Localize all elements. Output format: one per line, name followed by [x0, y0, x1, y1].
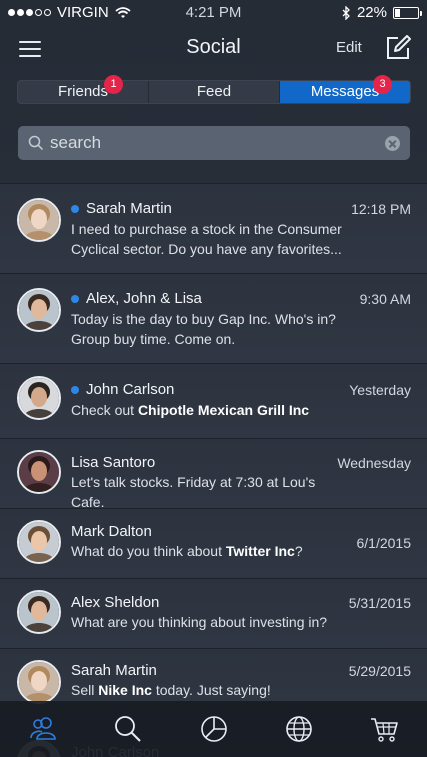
bottom-tab-bar [0, 701, 427, 757]
tab-feed-label: Feed [196, 83, 232, 100]
hamburger-menu-icon[interactable] [19, 41, 41, 57]
contact-name-line: Alex, John & Lisa [71, 290, 202, 307]
message-time: Wednesday [337, 455, 411, 471]
navigation-bar: Social Edit [0, 26, 427, 74]
avatar [17, 450, 61, 494]
messages-badge: 3 [373, 75, 392, 94]
contact-name-line: Lisa Santoro [71, 454, 155, 471]
tab-people[interactable] [0, 701, 85, 757]
compose-icon[interactable] [384, 34, 412, 62]
segmented-control: Friends 1 Feed Messages 3 [17, 75, 411, 104]
search-icon [28, 135, 44, 151]
contact-name-line: Sarah Martin [71, 662, 157, 679]
stock-name: Chipotle Mexican Grill Inc [137, 402, 310, 418]
unread-indicator [71, 385, 79, 394]
contact-name: Sarah Martin [86, 200, 172, 217]
status-bar: VIRGIN 4:21 PM 22% [0, 0, 427, 26]
preview-text: I need to purchase a stock in the Consum… [71, 221, 342, 237]
preview-text: Cyclical sector. Do you have any favorit… [71, 241, 342, 257]
friends-badge: 1 [104, 75, 123, 94]
message-time: 5/31/2015 [348, 595, 411, 611]
message-preview: Check out Chipotle Mexican Grill Inc [71, 400, 351, 420]
preview-suffix: today. Just saying! [151, 682, 271, 698]
avatar [17, 660, 61, 704]
message-time: 5/29/2015 [348, 663, 411, 679]
contact-name: Sarah Martin [71, 662, 157, 679]
search-input[interactable]: search [18, 126, 410, 160]
contact-name-line: Alex Sheldon [71, 594, 159, 611]
preview-text: What do you think about [71, 543, 226, 559]
contact-name: Alex, John & Lisa [86, 290, 202, 307]
globe-icon [286, 716, 312, 742]
message-row[interactable]: Alex, John & Lisa 9:30 AM Today is the day… [0, 273, 427, 363]
cart-icon [371, 718, 399, 742]
tab-feed[interactable]: Feed [149, 81, 280, 103]
message-time: 12:18 PM [351, 201, 411, 217]
edit-button[interactable]: Edit [336, 39, 362, 56]
preview-text: Today is the day to buy Gap Inc. Who's i… [71, 311, 336, 327]
avatar [17, 376, 61, 420]
preview-suffix: ? [294, 543, 303, 559]
message-row[interactable]: Lisa Santoro Wednesday Let's talk stocks. … [0, 438, 427, 510]
clear-icon[interactable] [385, 136, 400, 151]
preview-text: What are you thinking about investing in… [71, 614, 328, 630]
contact-name: John Carlson [86, 381, 175, 398]
contact-name: Alex Sheldon [71, 594, 160, 611]
avatar [17, 198, 61, 242]
tab-messages-label: Messages [310, 83, 380, 100]
contact-name-line: John Carlson [71, 381, 174, 398]
message-preview: I need to purchase a stock in the Consum… [71, 219, 351, 259]
message-preview: What are you thinking about investing in… [71, 612, 351, 632]
preview-text: Let's talk stocks. Friday at 7:30 at Lou… [71, 474, 316, 510]
stock-name: Nike Inc [98, 682, 152, 698]
app-screen: VIRGIN 4:21 PM 22% Social Edit Friends 1… [0, 0, 427, 757]
message-preview: Let's talk stocks. Friday at 7:30 at Lou… [71, 472, 351, 512]
bluetooth-icon [342, 5, 350, 20]
message-preview: Sell Nike Inc today. Just saying! [71, 680, 351, 700]
contact-name-line: Sarah Martin [71, 200, 172, 217]
avatar [17, 520, 61, 564]
battery-percent: 22% [356, 4, 387, 21]
message-preview: What do you think about Twitter Inc? [71, 541, 351, 561]
search-icon [115, 716, 141, 742]
tab-search[interactable] [85, 701, 170, 757]
message-row[interactable]: Sarah Martin 12:18 PM I need to purchase a… [0, 183, 427, 273]
message-row[interactable]: Mark Dalton 6/1/2015 What do you think abo… [0, 508, 427, 578]
message-time: Yesterday [349, 382, 411, 398]
search-text: search [50, 133, 102, 152]
contact-name-line: Mark Dalton [71, 523, 152, 540]
tab-friends[interactable]: Friends 1 [18, 75, 149, 103]
message-row[interactable]: John Carlson Yesterday Check out Chipotle … [0, 363, 427, 438]
message-preview: Today is the day to buy Gap Inc. Who's i… [71, 309, 351, 349]
tab-messages[interactable]: Messages 3 [280, 75, 410, 103]
tab-cart[interactable] [342, 701, 427, 757]
message-time: 9:30 AM [359, 291, 411, 307]
avatar [17, 288, 61, 332]
preview-text: Sell [71, 682, 99, 698]
battery-icon [393, 6, 422, 19]
page-title: Social [186, 36, 241, 58]
avatar [17, 590, 61, 634]
message-row[interactable]: Alex Sheldon 5/31/2015 What are you thinki… [0, 578, 427, 648]
tab-markets[interactable] [256, 701, 341, 757]
contact-name: Mark Dalton [71, 523, 152, 540]
message-time: 6/1/2015 [356, 535, 412, 551]
people-icon [29, 717, 56, 740]
unread-indicator [71, 204, 79, 213]
tab-portfolio[interactable] [171, 701, 256, 757]
stock-name: Twitter Inc [225, 543, 295, 559]
status-right: 22% [342, 4, 422, 21]
contact-name: Lisa Santoro [71, 454, 156, 471]
pie-chart-icon [200, 716, 227, 742]
preview-text: Group buy time. Come on. [71, 331, 236, 347]
preview-text: Check out [71, 402, 138, 418]
tab-friends-label: Friends [57, 83, 109, 100]
unread-indicator [71, 294, 79, 303]
